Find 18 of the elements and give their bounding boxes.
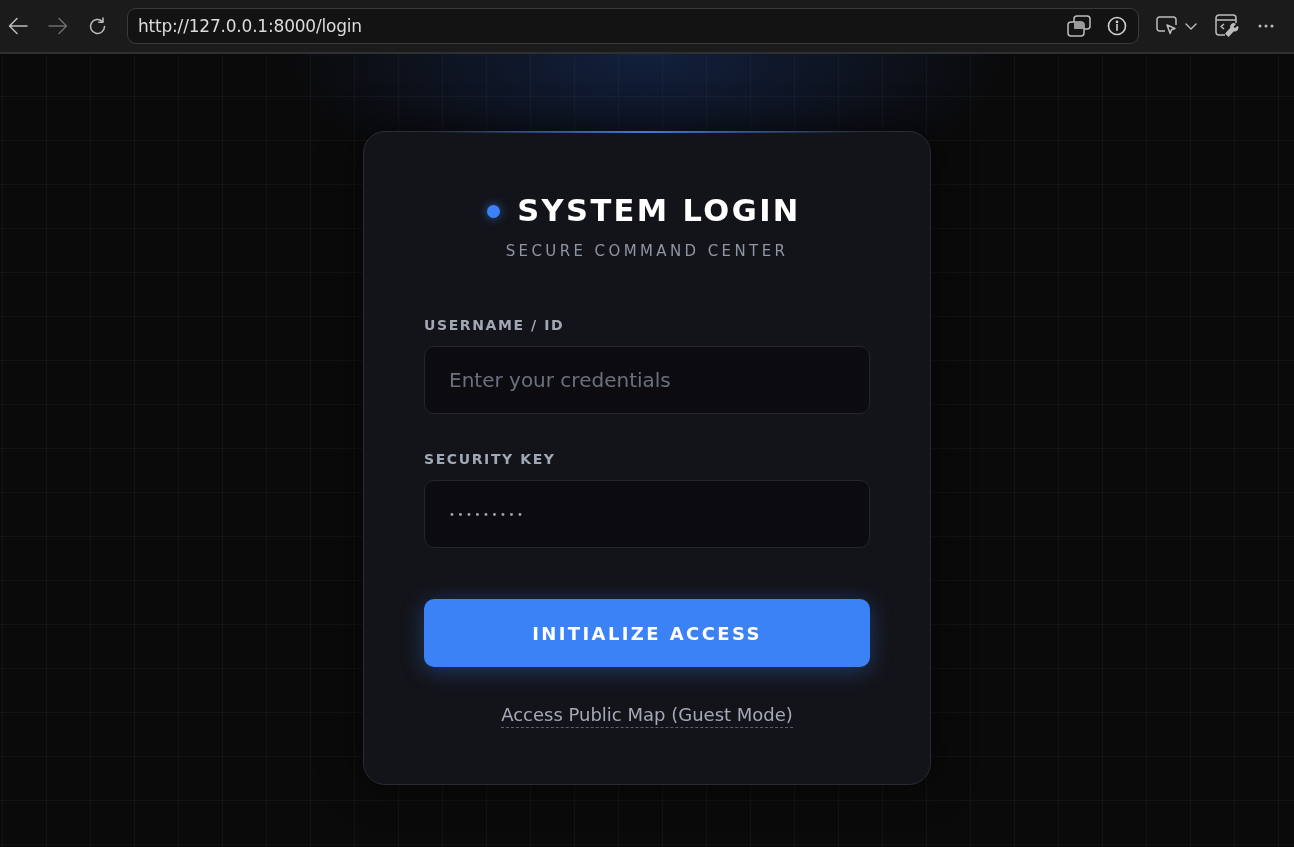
info-icon[interactable] [1107, 16, 1127, 36]
status-dot-icon [487, 204, 501, 218]
field-label: USERNAME / ID [424, 316, 565, 334]
submit-button[interactable]: INITIALIZE ACCESS [424, 599, 870, 667]
wrench-window-icon[interactable] [1215, 14, 1239, 38]
back-icon[interactable] [8, 17, 28, 35]
address-bar[interactable]: http://127.0.0.1:8000/login [127, 8, 1139, 44]
screen-cursor-icon[interactable] [1156, 16, 1178, 36]
login-title: SYSTEM LOGIN [517, 192, 801, 230]
guest-mode-link[interactable]: Access Public Map (Guest Mode) [501, 704, 793, 728]
more-icon[interactable] [1258, 24, 1274, 28]
login-subtitle: SECURE COMMAND CENTER [504, 241, 790, 261]
password-field[interactable]: ••••••••• [424, 480, 870, 548]
field-label: SECURITY KEY [424, 450, 556, 468]
chevron-down-icon[interactable] [1185, 22, 1197, 30]
overlapping-windows-icon[interactable] [1067, 15, 1091, 37]
reload-icon[interactable] [88, 16, 107, 36]
username-field[interactable]: Enter your credentials [424, 346, 870, 414]
